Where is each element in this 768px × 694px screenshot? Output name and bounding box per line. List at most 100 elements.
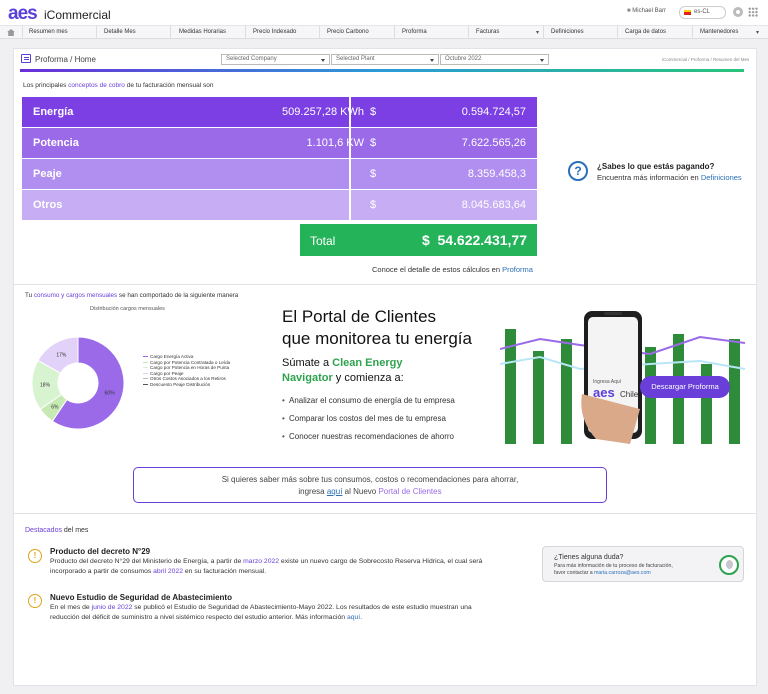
aes-logo[interactable]: aes — [8, 3, 38, 25]
consumption-intro: Tu consumo y cargos mensuales se han com… — [25, 292, 239, 299]
user-menu[interactable]: ■ Michael Barr — [627, 8, 666, 14]
nav-facturas[interactable]: Facturas — [476, 29, 499, 35]
header-gradient-bar — [20, 69, 744, 72]
highlights-label: Destacados del mes — [25, 527, 89, 534]
total-amount: 54.622.431,77 — [437, 232, 527, 248]
charge-amount: 8.045.683,64 — [461, 199, 526, 211]
phone-logo: aes — [593, 385, 615, 400]
chile-flag-icon — [684, 10, 691, 15]
news-title: Nuevo Estudio de Seguridad de Abastecimi… — [50, 593, 232, 602]
legend-swatch — [143, 383, 148, 385]
charge-label: Otros — [33, 199, 63, 211]
charge-amount: 0.594.724,57 — [461, 106, 526, 118]
user-icon: ■ — [627, 8, 631, 14]
charge-amount: 8.359.458,3 — [467, 168, 526, 180]
main-nav: Resumen mes Detalle Mes Medidas Horarias… — [0, 26, 768, 39]
nav-precio-carbono[interactable]: Precio Carbono — [327, 29, 369, 35]
breadcrumb: iCommercial / Proforma / Resumen del Mes — [662, 57, 750, 62]
pie-slice-label: 60% — [105, 391, 116, 397]
plant-select[interactable]: Selected Plant — [331, 54, 439, 65]
row-divider — [349, 128, 351, 158]
total-label: Total — [310, 234, 336, 248]
apps-grid-icon[interactable] — [748, 7, 758, 17]
charge-quantity: 1.101,6 KW — [306, 137, 364, 149]
row-divider — [349, 159, 351, 189]
news-body: En el mes de junio de 2022 se publicó el… — [50, 604, 472, 621]
legend-swatch — [143, 372, 148, 374]
company-select[interactable]: Selected Company — [221, 54, 330, 65]
summary-intro: Los principales conceptos de cobro de tu… — [23, 82, 214, 89]
support-avatar — [719, 555, 739, 575]
chart-title: Distribución cargos mensuales — [90, 306, 165, 312]
legend-label: Cargo Energía Activa — [150, 354, 194, 359]
user-name: Michael Barr — [632, 8, 666, 14]
portal-bullet: Comparar los costos del mes de tu empres… — [282, 414, 446, 423]
portal-bullet: Conocer nuestras recomendaciones de ahor… — [282, 432, 454, 441]
legend-swatch — [143, 361, 148, 363]
pie-chart: 60% 6% 18% 17% — [31, 336, 125, 430]
news-body: Producto del decreto N°29 del Ministerio… — [50, 558, 483, 575]
legend-swatch — [143, 367, 148, 369]
charge-row: Peaje $8.359.458,3 — [22, 159, 537, 189]
home-icon[interactable] — [7, 29, 15, 36]
calc-note: Conoce el detalle de estos cálculos en P… — [372, 265, 533, 274]
study-aqui-link[interactable]: aquí — [347, 614, 360, 621]
period-select[interactable]: Octubre 2022 — [440, 54, 549, 65]
charge-label: Energía — [33, 106, 74, 118]
nav-mantenedores[interactable]: Mantenedores — [700, 29, 738, 35]
nav-medidas-horarias[interactable]: Medidas Horarias — [179, 29, 226, 35]
charge-label: Peaje — [33, 168, 62, 180]
nav-proforma[interactable]: Proforma — [402, 29, 427, 35]
charge-row: Otros $8.045.683,64 — [22, 190, 537, 220]
legend-swatch — [143, 378, 148, 380]
legend-label: Otros Costos Asociados a los Retiros — [150, 376, 226, 381]
portal-subheading: Súmate a Clean Energy Navigator y comienz… — [282, 357, 404, 384]
portal-heading: El Portal de Clientes que monitorea tu e… — [282, 307, 472, 348]
help-question: ¿Sabes lo que estás pagando? — [597, 162, 715, 171]
pie-slice-label: 6% — [51, 405, 59, 411]
portal-link[interactable]: Portal de Clientes — [378, 487, 441, 496]
nav-definiciones[interactable]: Definiciones — [551, 29, 584, 35]
legend-item: Descuento Peaje Distribución — [143, 382, 230, 388]
chevron-down-icon[interactable]: ▾ — [536, 29, 539, 36]
total-box: Total $ 54.622.431,77 — [300, 224, 537, 256]
alert-icon: ! — [28, 594, 42, 608]
divider — [14, 284, 756, 285]
contact-question: ¿Tienes alguna duda? — [554, 554, 624, 561]
charge-row: Potencia 1.101,6 KW $7.622.565,26 — [22, 128, 537, 158]
download-proforma-button[interactable]: Descargar Proforma — [640, 376, 730, 398]
total-currency: $ — [422, 232, 430, 248]
news-title: Producto del decreto N°29 — [50, 547, 151, 556]
row-divider — [349, 97, 351, 127]
nav-carga-de-datos[interactable]: Carga de datos — [625, 29, 666, 35]
legend-label: Descuento Peaje Distribución — [150, 381, 211, 387]
chart-legend: Cargo Energía Activa Cargo por Potencia C… — [143, 354, 230, 387]
legend-label: Cargo por Potencia Contratada o Leída — [150, 359, 231, 365]
chevron-down-icon[interactable]: ▾ — [756, 29, 759, 36]
portal-bullet: Analizar el consumo de energía de tu emp… — [282, 396, 455, 405]
legend-swatch — [143, 356, 148, 358]
question-icon: ? — [568, 161, 588, 181]
phone-country: Chile — [620, 390, 639, 399]
nav-detalle-mes[interactable]: Detalle Mes — [104, 29, 136, 35]
legend-label: Cargo por Potencia en Horas de Punta — [150, 365, 230, 370]
pie-slice-label: 17% — [56, 353, 67, 359]
language-select[interactable]: es-CL — [679, 6, 726, 19]
help-answer: Encuentra más información en Definicione… — [597, 173, 742, 182]
gear-icon[interactable] — [733, 7, 743, 17]
row-divider — [349, 190, 351, 220]
language-value: es-CL — [694, 9, 711, 15]
proforma-link[interactable]: Proforma — [502, 265, 533, 274]
top-bar: aes iCommercial ■ Michael Barr es-CL — [0, 0, 768, 26]
nav-precio-indexado[interactable]: Precio Indexado — [253, 29, 296, 35]
contact-text: Para más información de tu proceso de fa… — [554, 563, 673, 576]
contact-email-link[interactable]: maria.carroza@aes.com — [594, 570, 651, 576]
pie-slice-label: 18% — [40, 383, 51, 389]
document-icon — [21, 54, 31, 63]
charge-amount: 7.622.565,26 — [461, 137, 526, 149]
page-title: Proforma / Home — [35, 55, 96, 64]
portal-aqui-link[interactable]: aquí — [327, 487, 343, 496]
definiciones-link[interactable]: Definiciones — [701, 173, 742, 182]
charge-label: Potencia — [33, 137, 79, 149]
nav-resumen-mes[interactable]: Resumen mes — [29, 29, 68, 35]
